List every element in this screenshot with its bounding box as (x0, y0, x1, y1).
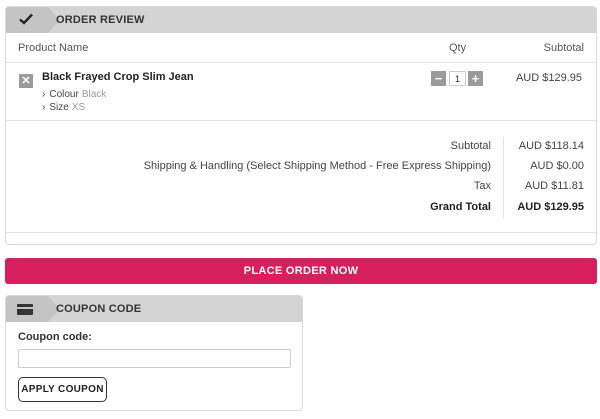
totals-label: Grand Total (430, 201, 491, 213)
totals-value: AUD $118.14 (518, 140, 584, 152)
line-subtotal: AUD $129.95 (515, 72, 582, 84)
column-subtotal: Subtotal (543, 42, 584, 54)
product-option-colour: › Colour Black (42, 89, 106, 100)
column-product-name: Product Name (18, 42, 89, 54)
chevron-right-icon: › (42, 89, 46, 100)
totals-value: AUD $0.00 (530, 160, 584, 172)
order-review-header: ORDER REVIEW (6, 7, 596, 33)
remove-item-icon[interactable]: ✕ (19, 74, 33, 88)
place-order-button[interactable]: PLACE ORDER NOW (5, 258, 597, 284)
option-value: XS (71, 102, 86, 113)
divider (6, 232, 596, 233)
check-icon (19, 13, 33, 25)
table-row: ✕ Black Frayed Crop Slim Jean › Colour Bla… (6, 64, 596, 121)
coupon-code-input[interactable] (18, 349, 291, 368)
coupon-code-label: Coupon code: (18, 331, 92, 343)
qty-decrease-button[interactable]: − (431, 71, 446, 86)
credit-card-icon (17, 304, 33, 315)
totals-row-shipping: Shipping & Handling (Select Shipping Met… (6, 157, 596, 177)
order-review-panel: ORDER REVIEW Product Name Qty Subtotal ✕… (5, 6, 597, 245)
qty-increase-button[interactable]: + (468, 71, 483, 86)
option-value: Black (81, 89, 107, 100)
apply-coupon-button[interactable]: APPLY COUPON (18, 377, 107, 402)
product-name: Black Frayed Crop Slim Jean (42, 71, 194, 83)
coupon-panel: COUPON CODE Coupon code: APPLY COUPON (5, 295, 303, 411)
totals-row-grand-total: Grand Total AUD $129.95 (6, 198, 596, 218)
totals-label: Subtotal (450, 140, 491, 152)
quantity-input[interactable] (449, 71, 466, 86)
coupon-icon-tab (6, 296, 60, 322)
option-label: Size (49, 102, 69, 113)
table-header: Product Name Qty Subtotal (6, 33, 596, 63)
totals-value: AUD $11.81 (524, 180, 584, 192)
order-review-title: ORDER REVIEW (56, 14, 145, 26)
totals-label: Tax (473, 180, 491, 192)
column-qty: Qty (449, 42, 467, 54)
totals-label: Shipping & Handling (Select Shipping Met… (143, 160, 491, 172)
coupon-title: COUPON CODE (56, 303, 142, 315)
coupon-header: COUPON CODE (6, 296, 302, 322)
totals-row-tax: Tax AUD $11.81 (6, 177, 596, 197)
chevron-right-icon: › (42, 102, 46, 113)
totals-value: AUD $129.95 (517, 201, 584, 213)
order-review-icon-tab (6, 7, 60, 33)
totals-row-subtotal: Subtotal AUD $118.14 (6, 137, 596, 157)
option-label: Colour (49, 89, 79, 100)
product-option-size: › Size XS (42, 102, 85, 113)
